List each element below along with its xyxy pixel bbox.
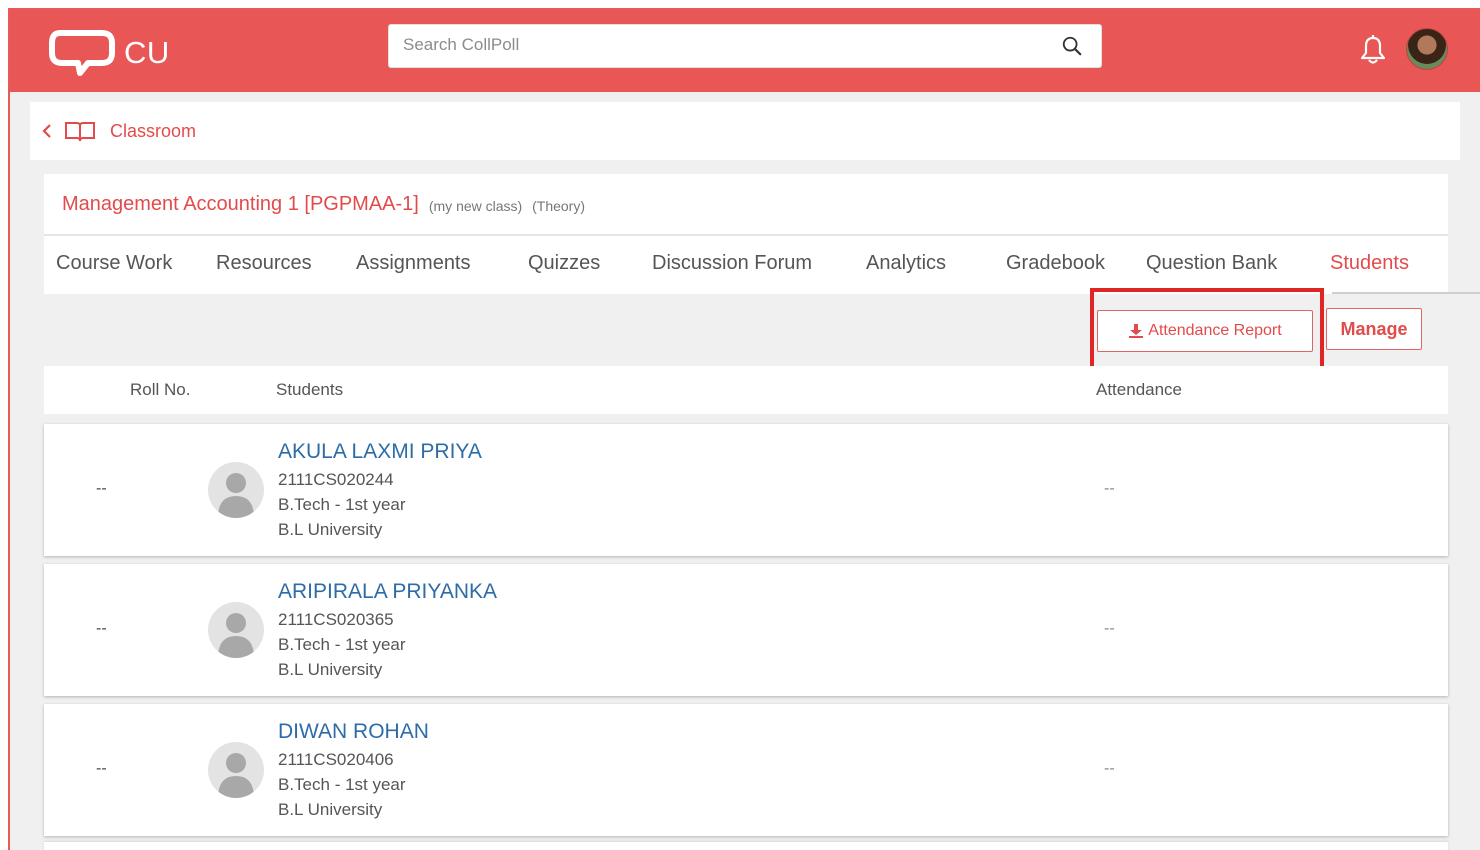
- manage-button[interactable]: Manage: [1326, 308, 1422, 350]
- student-university: B.L University: [278, 520, 383, 539]
- logo-chat-icon: [49, 30, 115, 76]
- row-attendance: --: [1104, 480, 1115, 497]
- tab-quizzes[interactable]: Quizzes: [528, 252, 600, 275]
- tab-question-bank[interactable]: Question Bank: [1146, 252, 1277, 275]
- row-attendance: --: [1104, 620, 1115, 637]
- class-title: Management Accounting 1 [PGPMAA-1]: [62, 192, 419, 215]
- header-attendance: Attendance: [1096, 380, 1183, 399]
- tab-students[interactable]: Students: [1330, 252, 1409, 275]
- student-university: B.L University: [278, 800, 383, 819]
- header-students: Students: [276, 380, 344, 399]
- download-icon: [1129, 324, 1144, 338]
- search-input[interactable]: [403, 25, 1043, 65]
- student-id: 2111CS020406: [278, 750, 394, 769]
- search-icon[interactable]: [1061, 35, 1083, 57]
- class-header: Management Accounting 1 [PGPMAA-1] (my n…: [44, 174, 1448, 236]
- tab-underline: [1332, 292, 1480, 294]
- search-bar[interactable]: [388, 24, 1102, 68]
- student-name-link[interactable]: ARIPIRALA PRIYANKA: [278, 580, 497, 604]
- student-name-link[interactable]: DIWAN ROHAN: [278, 720, 429, 744]
- student-program: B.Tech - 1st year: [278, 495, 406, 514]
- avatar-placeholder-icon: [208, 462, 264, 518]
- tab-resources[interactable]: Resources: [216, 252, 312, 275]
- tab-discussion-forum[interactable]: Discussion Forum: [652, 252, 812, 275]
- student-name-link[interactable]: AKULA LAXMI PRIYA: [278, 440, 482, 464]
- book-icon: [65, 122, 95, 142]
- student-university: B.L University: [278, 660, 383, 679]
- row-attendance: --: [1104, 760, 1115, 777]
- row-roll-no: --: [96, 620, 107, 637]
- bell-icon[interactable]: [1358, 34, 1388, 66]
- class-tabs: Course Work Resources Assignments Quizze…: [44, 236, 1480, 294]
- tab-assignments[interactable]: Assignments: [356, 252, 471, 275]
- student-program: B.Tech - 1st year: [278, 635, 406, 654]
- student-program: B.Tech - 1st year: [278, 775, 406, 794]
- breadcrumb: Classroom: [30, 102, 1460, 160]
- avatar-placeholder-icon: [208, 602, 264, 658]
- back-chevron-icon[interactable]: [40, 121, 54, 141]
- table-row-partial: [44, 842, 1448, 850]
- table-row: -- ARIPIRALA PRIYANKA 2111CS020365 B.Tec…: [44, 564, 1448, 696]
- top-bar: CU: [10, 10, 1480, 92]
- attendance-report-label: Attendance Report: [1148, 322, 1282, 339]
- user-avatar[interactable]: [1406, 28, 1448, 70]
- tab-course-work[interactable]: Course Work: [56, 252, 172, 275]
- breadcrumb-classroom-link[interactable]: Classroom: [110, 121, 196, 142]
- tab-analytics[interactable]: Analytics: [866, 252, 946, 275]
- app-logo[interactable]: CU: [48, 24, 178, 82]
- row-roll-no: --: [96, 480, 107, 497]
- row-roll-no: --: [96, 760, 107, 777]
- student-id: 2111CS020365: [278, 610, 394, 629]
- tab-gradebook[interactable]: Gradebook: [1006, 252, 1105, 275]
- student-actions: Attendance Report Manage: [44, 288, 1448, 376]
- attendance-report-button[interactable]: Attendance Report: [1097, 310, 1313, 352]
- app-frame: CU Classroom Management Accounting 1 [P: [8, 8, 1480, 850]
- class-tag-type: (Theory): [532, 198, 586, 214]
- class-meta: (my new class) (Theory): [429, 198, 585, 214]
- avatar-placeholder-icon: [208, 742, 264, 798]
- student-id: 2111CS020244: [278, 470, 394, 489]
- table-row: -- DIWAN ROHAN 2111CS020406 B.Tech - 1st…: [44, 704, 1448, 836]
- class-tag-name: (my new class): [428, 198, 523, 214]
- table-row: -- AKULA LAXMI PRIYA 2111CS020244 B.Tech…: [44, 424, 1448, 556]
- logo-text: CU: [124, 35, 170, 70]
- table-header: Roll No. Students Attendance: [44, 366, 1448, 414]
- header-roll-no: Roll No.: [130, 380, 191, 399]
